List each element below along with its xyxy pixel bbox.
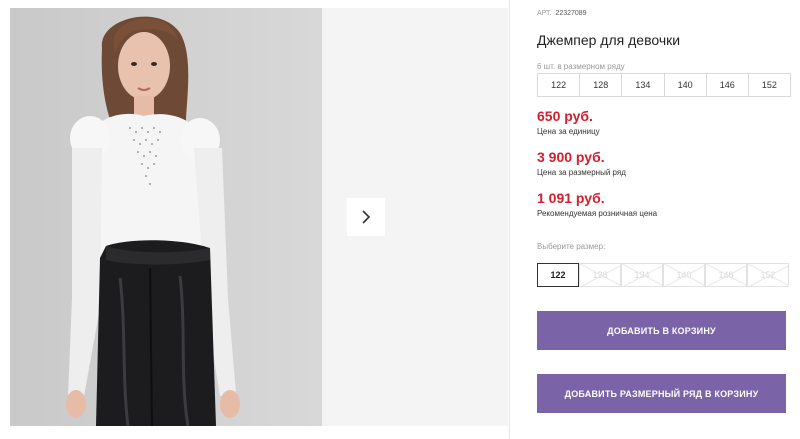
product-title: Джемпер для девочки [537,32,681,48]
size-option-146: 146 [705,263,747,287]
chevron-right-icon [362,210,371,224]
unit-price-label: Цена за единицу [537,127,600,136]
article-label: АРТ. [537,10,552,17]
product-gallery [10,8,508,426]
size-row-cell: 134 [622,74,665,96]
choose-size-label: Выберите размер: [537,242,606,251]
row-price: 3 900 руб. [537,149,605,165]
row-price-label: Цена за размерный ряд [537,168,626,177]
size-option-140: 140 [663,263,705,287]
size-row-cell: 128 [580,74,623,96]
retail-price: 1 091 руб. [537,190,605,206]
next-image-button[interactable] [347,198,385,236]
size-row-cell: 146 [707,74,749,96]
size-option-128: 128 [579,263,621,287]
size-row-cell: 140 [665,74,707,96]
retail-price-label: Рекомендуемая розничная цена [537,209,658,218]
product-photo-illustration [10,8,322,426]
size-option-134: 134 [621,263,663,287]
size-row-cell: 152 [761,80,777,90]
size-row-cell: 122 [538,74,581,96]
add-size-row-to-cart-button[interactable]: ДОБАВИТЬ РАЗМЕРНЫЙ РЯД В КОРЗИНУ [537,374,786,413]
size-option-122[interactable]: 122 [537,263,579,287]
product-photo[interactable] [10,8,322,426]
add-to-cart-button[interactable]: ДОБАВИТЬ В КОРЗИНУ [537,311,786,350]
size-row-table: 122 128 134 140 146 152 [537,73,791,97]
size-option-152: 152 [747,263,789,287]
column-divider [509,0,510,439]
size-selector: 122 128 134 140 146 152 [537,263,789,287]
unit-price: 650 руб. [537,108,593,124]
article-number: АРТ. 22327089 [537,10,587,17]
size-row-note: 6 шт. в размерном ряду [537,62,625,71]
article-value: 22327089 [555,10,587,17]
